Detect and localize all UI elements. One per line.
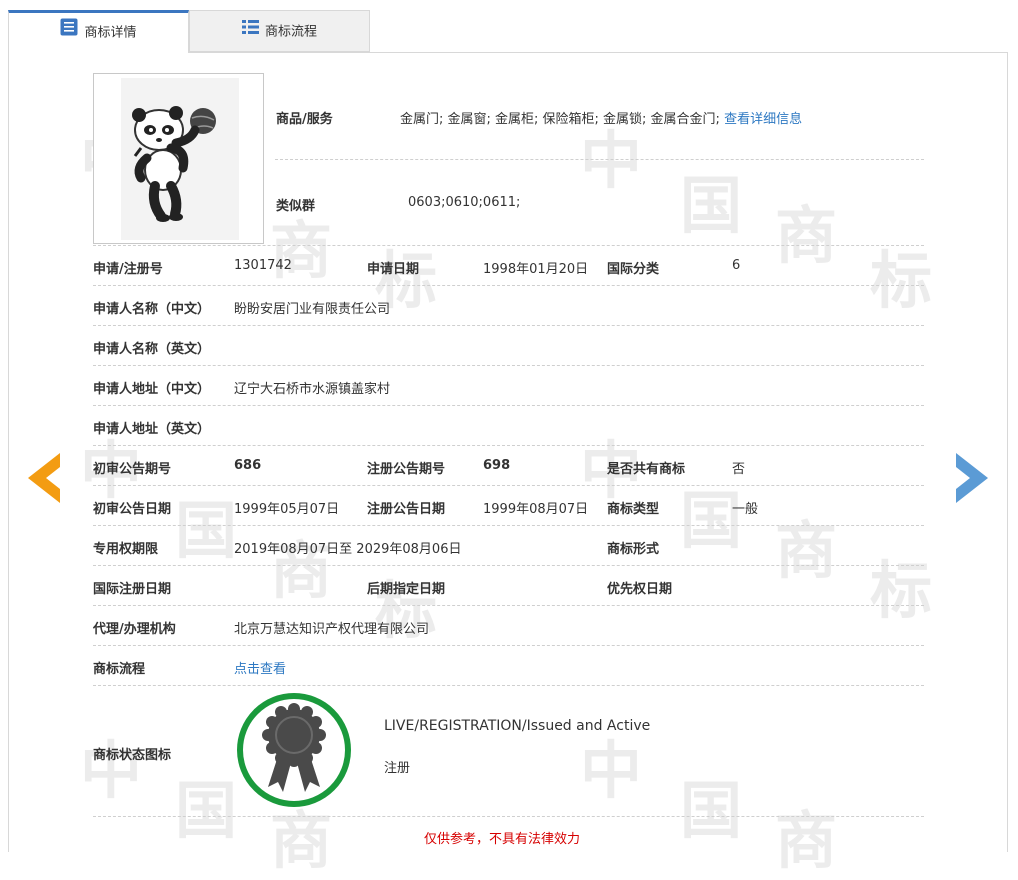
intl-reg-date-label: 国际注册日期	[93, 582, 172, 597]
divider	[93, 405, 924, 406]
next-arrow-icon[interactable]	[956, 453, 988, 507]
tm-type-label: 商标类型	[607, 502, 660, 517]
trademark-image	[93, 73, 264, 244]
document-list-icon	[60, 13, 78, 53]
divider	[93, 325, 924, 326]
prelim-date-value: 1999年05月07日	[234, 502, 340, 517]
tm-type-value: 一般	[732, 502, 759, 517]
divider	[93, 645, 924, 646]
apply-date-label: 申请日期	[367, 262, 420, 277]
later-date-label: 后期指定日期	[367, 582, 446, 597]
priority-date-label: 优先权日期	[607, 582, 673, 597]
disclaimer-notice: 仅供参考，不具有法律效力	[424, 832, 581, 847]
applicant-cn-label: 申请人名称（中文）	[93, 302, 211, 317]
intl-class-label: 国际分类	[607, 262, 660, 277]
tab-label: 商标详情	[84, 25, 137, 41]
divider	[93, 445, 924, 446]
agent-value: 北京万慧达知识产权代理有限公司	[234, 622, 430, 637]
tab-trademark-detail[interactable]: 商标详情	[8, 10, 189, 53]
divider	[93, 365, 924, 366]
similar-group-label: 类似群	[276, 199, 316, 214]
prelim-no-value: 686	[234, 458, 262, 473]
address-en-label: 申请人地址（英文）	[93, 422, 211, 437]
prelim-no-label: 初审公告期号	[93, 462, 172, 477]
reg-no-value: 1301742	[234, 258, 292, 273]
list-icon	[241, 11, 259, 53]
divider	[93, 685, 924, 686]
applicant-en-label: 申请人名称（英文）	[93, 342, 211, 357]
status-icon-label: 商标状态图标	[93, 748, 172, 763]
divider	[93, 245, 924, 246]
flow-label: 商标流程	[93, 662, 146, 677]
registered-badge-icon	[235, 691, 353, 809]
shared-tm-label: 是否共有商标	[607, 462, 686, 477]
tab-trademark-flow[interactable]: 商标流程	[189, 10, 370, 52]
divider	[93, 816, 924, 817]
apply-date-value: 1998年01月20日	[483, 262, 589, 277]
previous-arrow-icon[interactable]	[28, 453, 60, 507]
reg-ann-no-value: 698	[483, 458, 511, 473]
applicant-cn-value: 盼盼安居门业有限责任公司	[234, 302, 391, 317]
status-en-text: LIVE/REGISTRATION/Issued and Active	[384, 718, 651, 734]
tm-form-label: 商标形式	[607, 542, 660, 557]
shared-tm-value: 否	[732, 462, 746, 477]
agent-label: 代理/办理机构	[93, 622, 176, 637]
reg-ann-date-value: 1999年08月07日	[483, 502, 589, 517]
goods-services-text: 金属门; 金属窗; 金属柜; 保险箱柜; 金属锁; 金属合金门;	[400, 112, 720, 127]
tab-label: 商标流程	[264, 24, 317, 40]
similar-group-value: 0603;0610;0611;	[408, 195, 521, 210]
goods-services-label: 商品/服务	[276, 112, 333, 127]
divider	[93, 565, 924, 566]
reg-ann-date-label: 注册公告日期	[367, 502, 446, 517]
view-flow-link[interactable]: 点击查看	[234, 658, 286, 677]
term-label: 专用权期限	[93, 542, 159, 557]
reg-no-label: 申请/注册号	[93, 262, 163, 277]
view-details-link[interactable]: 查看详细信息	[724, 112, 802, 127]
trademark-image-scan	[121, 78, 239, 240]
address-cn-value: 辽宁大石桥市水源镇盖家村	[234, 382, 391, 397]
panda-mascot-image	[132, 106, 216, 222]
reg-ann-no-label: 注册公告期号	[367, 462, 446, 477]
address-cn-label: 申请人地址（中文）	[93, 382, 211, 397]
divider	[275, 159, 924, 160]
intl-class-value: 6	[732, 258, 741, 273]
divider	[93, 525, 924, 526]
term-value: 2019年08月07日至 2029年08月06日	[234, 542, 462, 557]
divider	[93, 285, 924, 286]
goods-services-value: 金属门; 金属窗; 金属柜; 保险箱柜; 金属锁; 金属合金门; 查看详细信息	[400, 108, 802, 127]
prelim-date-label: 初审公告日期	[93, 502, 172, 517]
divider	[93, 485, 924, 486]
divider	[93, 605, 924, 606]
status-cn-text: 注册	[384, 761, 411, 776]
